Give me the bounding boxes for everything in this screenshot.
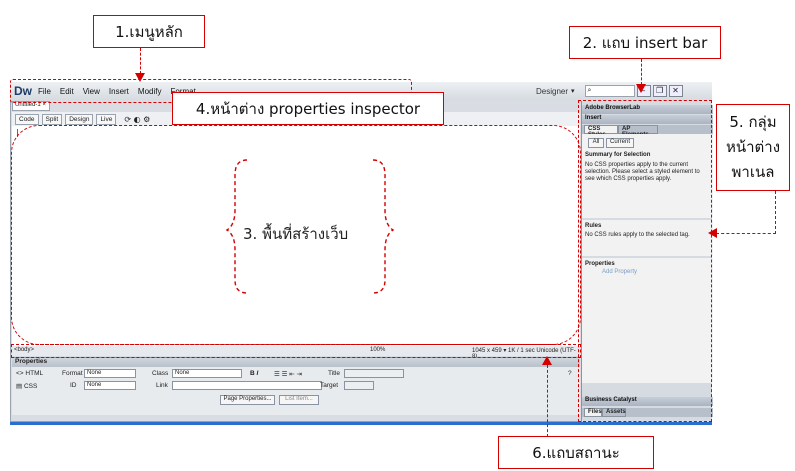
close-button[interactable]: ✕ [668,85,683,97]
panel-connector-h [716,233,776,234]
workspace-switcher[interactable]: Designer [536,87,568,96]
split-view-button[interactable]: Split [41,113,63,125]
chevron-down-icon[interactable]: ▾ [571,87,575,95]
status-bar-highlight [11,344,581,358]
panel-callout-line-2: หน้าต่าง [725,138,781,156]
page-properties-button[interactable]: Page Properties... [220,395,275,405]
title-input[interactable] [344,369,404,378]
bold-button[interactable]: B I [250,370,258,377]
status-arrow [542,356,552,365]
status-connector [547,365,548,437]
callout-properties: 4.หน้าต่าง properties inspector [172,92,444,125]
html-icon: <> [16,370,24,377]
format-select[interactable]: None [84,369,136,378]
list-buttons[interactable]: ☰ ☰ ⇤ ⇥ [274,370,302,378]
css-icon: ▤ [16,383,23,390]
list-item-button[interactable]: List Item... [279,395,319,405]
class-select[interactable]: None [172,369,242,378]
panel-group-highlight [578,100,712,422]
html-mode-button[interactable]: <> HTML [16,370,43,377]
properties-title: Properties [12,358,580,367]
class-label: Class [152,370,169,377]
callout-status-bar: 6.แถบสถานะ [498,436,654,469]
callout-panel-group: 5. กลุ่ม หน้าต่าง พาเนล [716,104,790,191]
target-select[interactable] [344,381,374,390]
css-mode-button[interactable]: ▤ CSS [16,382,37,390]
live-view-button[interactable]: Live [96,113,117,125]
id-select[interactable]: None [84,381,136,390]
page-area-label: 3. พื้นที่สร้างเว็บ [243,225,349,243]
link-label: Link [156,382,168,389]
panel-callout-line-3: พาเนล [731,163,775,181]
panel-arrow [708,228,717,238]
callout-main-menu: 1.เมนูหลัก [93,15,205,48]
callout-insert-bar: 2. แถบ insert bar [569,26,721,59]
help-icon[interactable]: ? [568,370,572,377]
toolbar-icons[interactable]: ⟳ ◐ ⚙ [124,115,150,124]
link-input[interactable] [172,381,322,390]
insert-bar-arrow [636,84,646,93]
target-label: Target [320,382,339,389]
code-view-button[interactable]: Code [15,113,39,125]
main-menu-arrow [135,73,145,82]
format-label: Format [62,370,83,377]
main-menu-connector [140,48,141,74]
panel-callout-line-1: 5. กลุ่ม [729,113,777,131]
insert-bar-connector [641,59,642,85]
workspace-bar: Designer ▾ ⌕ – ❐ ✕ [530,82,712,100]
taskbar-strip [10,422,712,425]
panel-connector-v [775,191,776,234]
design-view-button[interactable]: Design [65,113,94,125]
search-input[interactable]: ⌕ [584,85,635,97]
search-icon: ⌕ [587,86,592,94]
properties-inspector: Properties <> HTML ▤ CSS Format None ID … [12,357,580,415]
title-label: Title [328,370,341,377]
id-label: ID [70,382,77,389]
maximize-button[interactable]: ❐ [652,85,667,97]
